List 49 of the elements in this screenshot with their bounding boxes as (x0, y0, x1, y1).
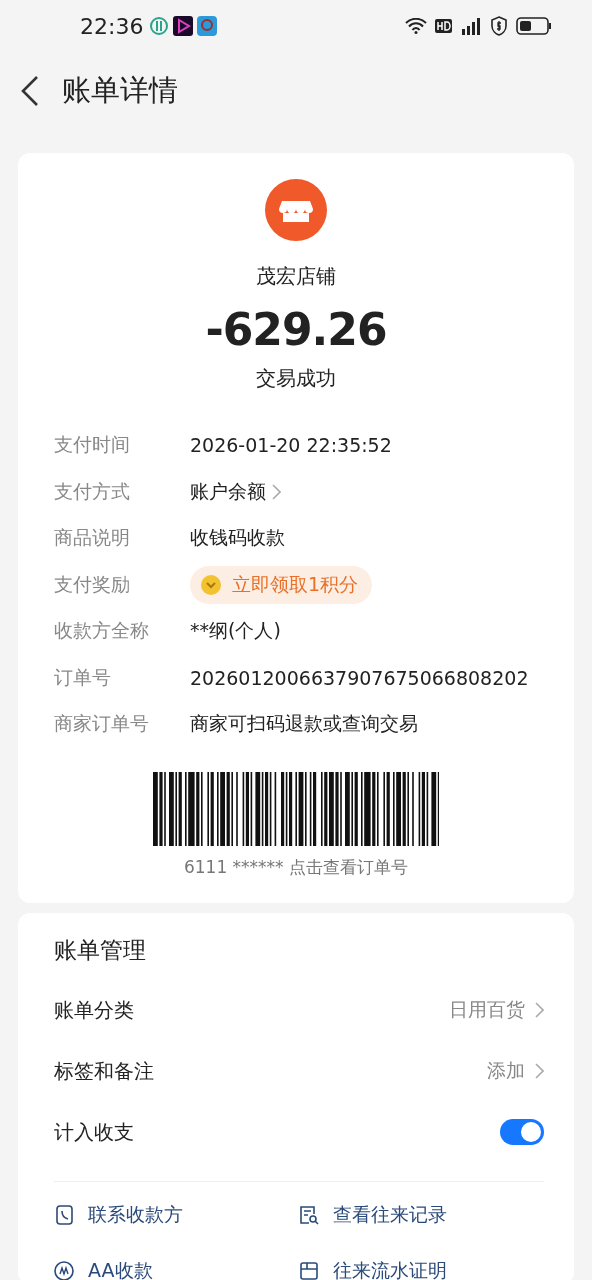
shield-icon (490, 16, 508, 36)
setting-label: 计入收支 (54, 1118, 135, 1146)
detail-value: 商家可扫码退款或查询交易 (190, 711, 418, 737)
detail-value: 收钱码收款 (190, 525, 285, 551)
shop-icon (265, 179, 327, 241)
action-link[interactable]: 联系收款方 (54, 1201, 299, 1228)
signal-icon (460, 17, 482, 35)
chevron-right-icon (535, 1063, 544, 1079)
record-search-icon (299, 1204, 319, 1225)
section-title: 账单管理 (54, 935, 147, 965)
split-bill-icon (54, 1260, 74, 1280)
detail-value: 2026-01-20 22:35:52 (190, 434, 392, 457)
detail-label: 收款方全称 (54, 618, 150, 644)
detail-label: 支付方式 (54, 478, 131, 504)
detail-label: 支付时间 (54, 432, 131, 458)
transaction-status: 交易成功 (256, 365, 336, 392)
detail-label: 商品说明 (54, 525, 131, 551)
action-link[interactable]: 往来流水证明 (299, 1257, 544, 1280)
action-link[interactable]: AA收款 (54, 1257, 299, 1280)
chevron-right-icon (272, 483, 281, 500)
phone-icon (54, 1204, 74, 1225)
barcode-caption[interactable]: 6111 ****** 点击查看订单号 (183, 855, 409, 879)
page-title: 账单详情 (62, 72, 178, 109)
setting-label: 标签和备注 (54, 1057, 155, 1085)
clock: 22:36 (80, 13, 144, 39)
hd-icon (435, 19, 452, 33)
detail-value: **纲(个人) (190, 618, 281, 644)
wifi-icon (405, 18, 427, 34)
action-link[interactable]: 查看往来记录 (299, 1201, 544, 1228)
barcode[interactable] (153, 771, 439, 846)
detail-value: 2026012006637907675066808202 (190, 666, 529, 689)
app-icon (197, 16, 218, 36)
detail-label: 支付奖励 (54, 571, 131, 597)
setting-label: 账单分类 (54, 996, 135, 1024)
amount: -629.26 (205, 304, 387, 355)
payment-method-link[interactable]: 账户余额 (190, 478, 266, 505)
app-icon (173, 16, 194, 36)
toggle-switch[interactable] (500, 1119, 544, 1145)
setting-value[interactable]: 添加 (487, 1058, 525, 1084)
chevron-right-icon (535, 1002, 544, 1018)
detail-label: 商家订单号 (54, 711, 150, 737)
coin-icon (200, 573, 222, 596)
battery-icon (516, 17, 552, 35)
detail-label: 订单号 (54, 664, 112, 690)
merchant-name: 茂宏店铺 (256, 263, 336, 290)
setting-value[interactable]: 日用百货 (449, 997, 525, 1023)
document-icon (299, 1260, 319, 1280)
back-button[interactable] (20, 75, 40, 107)
app-icon (149, 16, 170, 36)
